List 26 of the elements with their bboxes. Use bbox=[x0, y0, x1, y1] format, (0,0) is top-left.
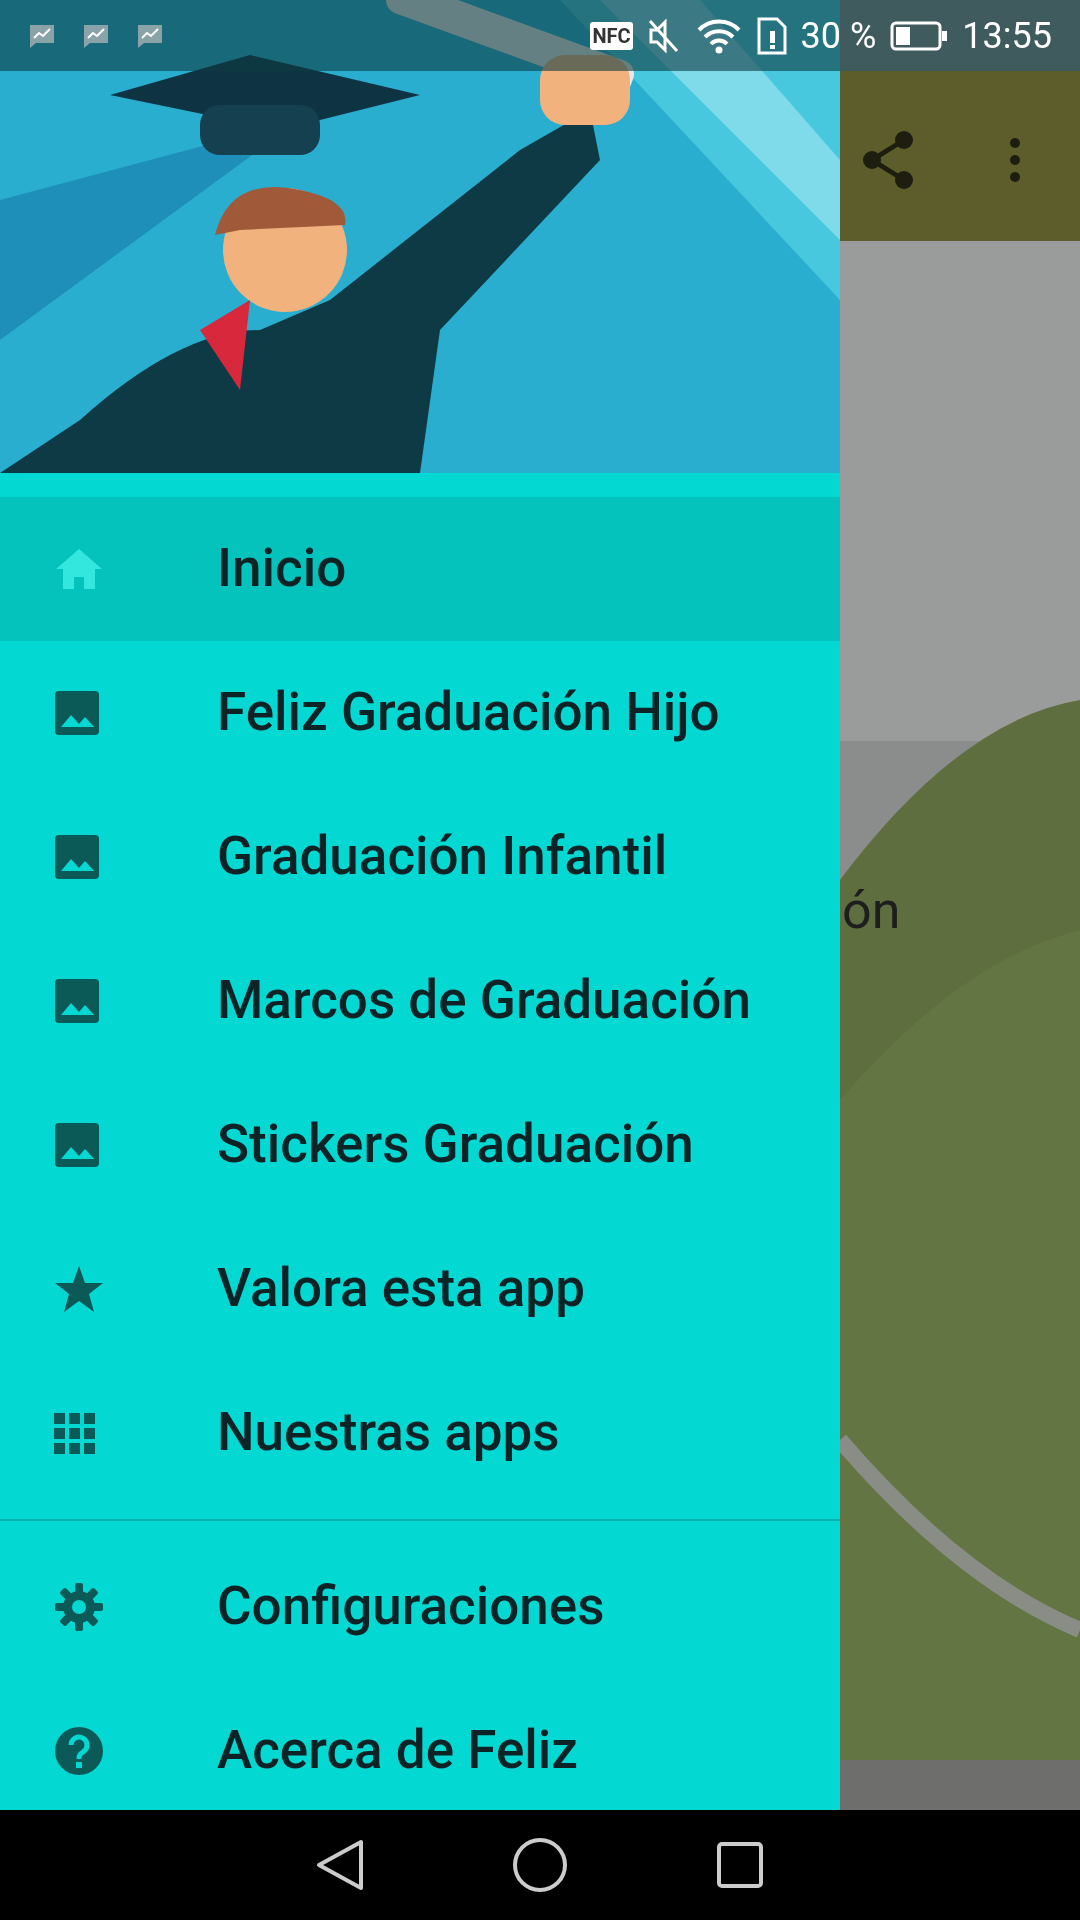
drawer-menu-item[interactable]: Valora esta app bbox=[0, 1217, 840, 1361]
drawer-menu-item[interactable]: Stickers Graduación bbox=[0, 1073, 840, 1217]
image-icon bbox=[54, 834, 100, 880]
share-icon bbox=[860, 130, 916, 190]
settings-icon bbox=[54, 1582, 104, 1632]
home-circle-icon bbox=[512, 1837, 568, 1893]
recents-icon bbox=[716, 1841, 764, 1889]
drawer-menu-item[interactable]: Inicio bbox=[0, 497, 840, 641]
star-icon bbox=[54, 1265, 104, 1313]
more-icon bbox=[1009, 137, 1021, 183]
drawer-menu-item[interactable]: Configuraciones bbox=[0, 1535, 840, 1679]
drawer-menu-item[interactable]: Graduación Infantil bbox=[0, 785, 840, 929]
drawer-menu-item[interactable]: Feliz Graduación Hijo bbox=[0, 641, 840, 785]
background-text: ón bbox=[842, 879, 901, 943]
clock-time: 13:55 bbox=[962, 13, 1052, 59]
battery-icon bbox=[890, 19, 949, 52]
image-icon bbox=[54, 978, 100, 1024]
home-icon bbox=[54, 547, 104, 591]
drawer-menu-item[interactable]: Marcos de Graduación bbox=[0, 929, 840, 1073]
back-icon bbox=[315, 1839, 365, 1891]
drawer-menu-item[interactable]: Nuestras apps bbox=[0, 1361, 840, 1505]
help-icon bbox=[54, 1726, 104, 1776]
home-button[interactable] bbox=[510, 1835, 570, 1895]
image-icon bbox=[54, 1122, 100, 1168]
image-icon bbox=[54, 690, 100, 736]
apps-grid-icon bbox=[54, 1412, 95, 1454]
